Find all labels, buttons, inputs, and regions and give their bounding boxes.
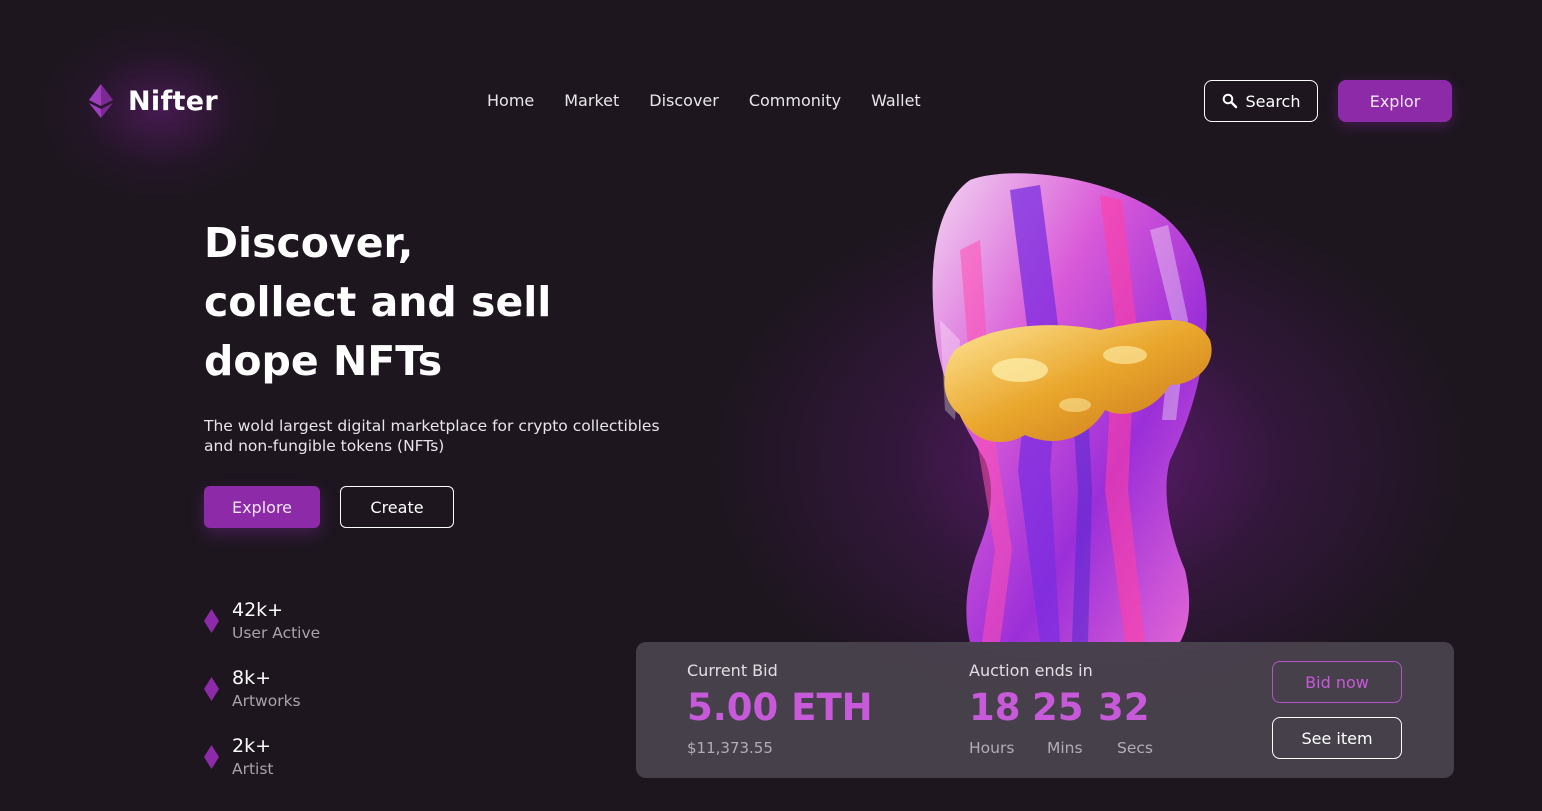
- bid-now-button[interactable]: Bid now: [1272, 661, 1402, 703]
- timer-secs-value: 32: [1098, 686, 1150, 729]
- hero-headline: Discover, collect and sell dope NFTs: [204, 214, 551, 391]
- brand-name: Nifter: [128, 85, 218, 117]
- nav-item-discover[interactable]: Discover: [649, 91, 719, 110]
- diamond-icon: [204, 609, 219, 633]
- nav-item-home[interactable]: Home: [487, 91, 534, 110]
- stat-text: 42k+ User Active: [232, 598, 320, 644]
- headline-line-2: collect and sell: [204, 278, 552, 326]
- timer-mins-label: Mins: [1047, 739, 1083, 757]
- stat-artists: 2k+ Artist: [204, 734, 274, 780]
- stat-artworks: 8k+ Artworks: [204, 666, 301, 712]
- nft-sculpture-artwork: [932, 173, 1212, 642]
- see-item-button[interactable]: See item: [1272, 717, 1402, 759]
- timer-secs-label: Secs: [1117, 739, 1153, 757]
- current-bid-label: Current Bid: [687, 661, 778, 680]
- brand-logo[interactable]: Nifter: [88, 84, 218, 118]
- current-bid-panel: Current Bid 5.00 ETH $11,373.55 Auction …: [636, 642, 1454, 778]
- explore-button[interactable]: Explore: [204, 486, 320, 528]
- stat-users: 42k+ User Active: [204, 598, 320, 644]
- stat-label: User Active: [232, 624, 321, 642]
- timer-mins-value: 25: [1032, 686, 1084, 729]
- current-bid-usd: $11,373.55: [687, 739, 773, 757]
- stat-value: 8k+: [232, 667, 272, 689]
- stat-text: 8k+ Artworks: [232, 666, 301, 712]
- stat-text: 2k+ Artist: [232, 734, 274, 780]
- nav-item-community[interactable]: Commonity: [749, 91, 841, 110]
- auction-ends-label: Auction ends in: [969, 661, 1093, 680]
- nav-item-wallet[interactable]: Wallet: [871, 91, 921, 110]
- nav-item-market[interactable]: Market: [564, 91, 619, 110]
- search-button[interactable]: Search: [1204, 80, 1318, 122]
- hero-subtitle: The wold largest digital marketplace for…: [204, 417, 660, 455]
- headline-line-1: Discover,: [204, 219, 414, 267]
- headline-line-3: dope NFTs: [204, 337, 443, 385]
- diamond-icon: [204, 677, 219, 701]
- main-nav: Home Market Discover Commonity Wallet: [487, 91, 921, 110]
- stat-label: Artworks: [232, 692, 301, 710]
- ethereum-diamond-icon: [89, 84, 113, 118]
- stat-label: Artist: [232, 760, 274, 778]
- timer-hours-label: Hours: [969, 739, 1015, 757]
- diamond-icon: [204, 745, 219, 769]
- explor-button[interactable]: Explor: [1338, 80, 1452, 122]
- search-icon: [1222, 93, 1237, 109]
- current-bid-amount: 5.00 ETH: [687, 686, 873, 729]
- search-button-label: Search: [1245, 91, 1301, 111]
- timer-hours-value: 18: [969, 686, 1021, 729]
- stat-value: 42k+: [232, 599, 284, 621]
- stat-value: 2k+: [232, 735, 272, 757]
- create-button[interactable]: Create: [340, 486, 454, 528]
